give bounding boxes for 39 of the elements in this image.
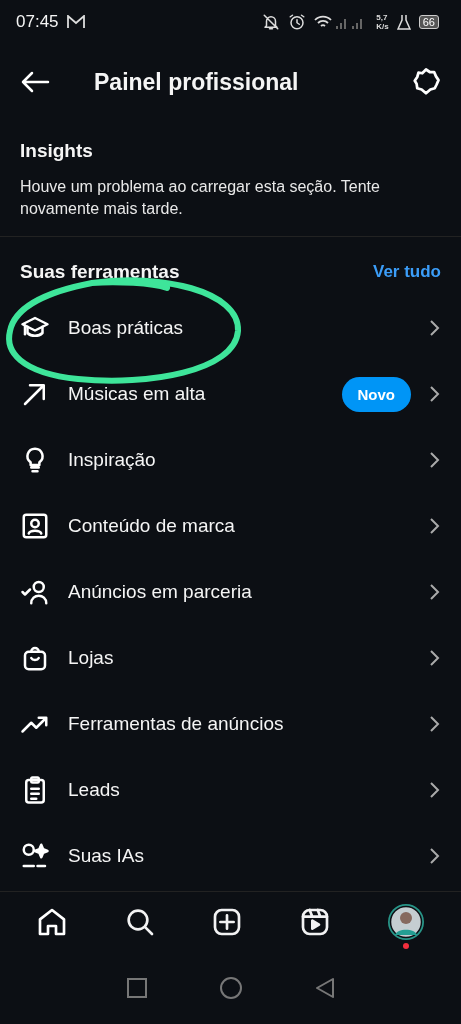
tool-label[interactable]: Suas IAs [68,845,411,867]
chevron-icon [429,516,441,536]
chevron-icon [429,780,441,800]
speed-unit: K/s [376,22,389,31]
tool-label[interactable]: Boas práticas [68,317,411,339]
tool-label[interactable]: Músicas em alta [68,383,324,405]
chevron-icon [429,450,441,470]
chevron-icon [429,714,441,734]
error-message: Houve um problema ao carregar esta seção. Tente novamente mais tarde. [20,177,381,219]
recents-icon[interactable] [125,977,148,999]
flask-icon [396,14,411,30]
chevron-icon [429,846,441,866]
new-badge: Novo [341,376,411,412]
tool-label[interactable]: Ferramentas de anúncios [68,713,411,735]
section-title: Insights [20,140,94,162]
chevron-icon [429,582,441,602]
tool-label[interactable]: Lojas [68,647,411,669]
chevron-icon [429,318,441,338]
person-card-icon [20,511,50,541]
battery-level: 66 [418,15,439,29]
muted-bell-icon [262,13,281,31]
back-triangle-icon[interactable] [313,977,336,999]
chevron-icon [429,648,441,668]
page-title: Painel profissional [94,68,300,96]
see-all-link[interactable]: Ver tudo [373,262,441,282]
back-arrow-icon[interactable] [20,70,50,94]
home-circle-icon[interactable] [218,976,243,1000]
mail-icon [66,15,85,29]
tool-label[interactable]: Leads [68,779,411,801]
chevron-icon [429,384,441,404]
settings-icon[interactable] [411,67,441,97]
tool-label[interactable]: Conteúdo de marca [68,515,411,537]
section-title: Suas ferramentas [20,261,180,283]
clock: 07:45 [16,12,59,32]
avatar [387,903,426,941]
tool-label[interactable]: Inspiração [68,449,411,471]
alarm-icon [288,13,307,31]
tool-label[interactable]: Anúncios em parceria [68,581,411,603]
speed-value: 5,7 [376,13,389,22]
